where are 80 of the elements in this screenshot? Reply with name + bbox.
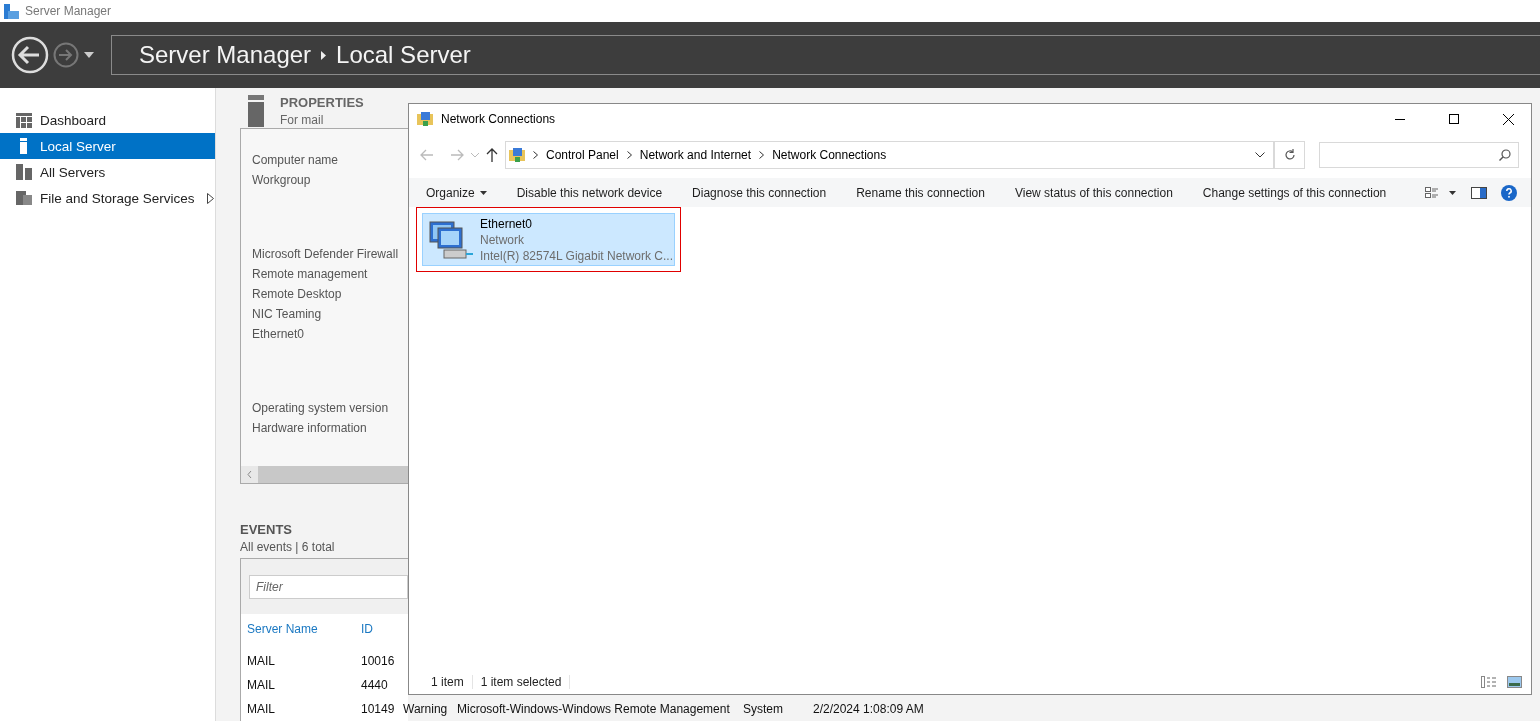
property-label: Computer name <box>252 152 339 169</box>
property-label: NIC Teaming <box>252 306 322 323</box>
property-label: Workgroup <box>252 172 311 189</box>
connection-name: Ethernet0 <box>480 215 534 232</box>
app-title: Server Manager <box>25 4 112 18</box>
property-label: Remote management <box>252 266 368 283</box>
address-crumb[interactable]: Network and Internet <box>639 148 752 162</box>
back-button[interactable] <box>11 36 49 74</box>
command-button[interactable]: Rename this connection <box>856 185 985 200</box>
address-crumb[interactable]: Network Connections <box>772 148 887 162</box>
forward-button[interactable] <box>449 147 465 163</box>
property-label: Operating system version <box>252 400 389 417</box>
property-label: Hardware information <box>252 420 367 437</box>
servers-icon <box>16 164 32 180</box>
folder-icon <box>16 190 32 206</box>
chevron-icon <box>626 151 632 159</box>
table-cell-text: MAIL <box>247 654 276 668</box>
history-dropdown[interactable] <box>83 51 95 59</box>
connection-item[interactable]: Ethernet0 Network Intel(R) 82574L Gigabit Network C... <box>422 213 675 266</box>
column-header[interactable]: Server Name <box>247 622 361 636</box>
address-crumb[interactable]: Control Panel <box>546 148 619 162</box>
table-cell-text: MAIL <box>247 678 276 692</box>
section-title: PROPERTIES <box>280 95 364 110</box>
chevron-icon <box>759 151 765 159</box>
table-cell-text: 4440 <box>361 678 389 692</box>
details-view-button[interactable] <box>1481 676 1497 688</box>
table-cell-text: 2/2/2024 1:08:09 AM <box>813 702 925 716</box>
server-manager-icon <box>4 3 19 19</box>
minimize-icon <box>1395 118 1405 120</box>
recent-dropdown[interactable] <box>471 152 479 158</box>
breadcrumb-item[interactable]: Local Server <box>336 41 471 69</box>
column-header[interactable]: ID <box>361 622 403 636</box>
sidebar-item[interactable]: Dashboard <box>0 107 215 133</box>
connection-type: Network <box>480 231 525 248</box>
dashboard-icon <box>16 112 32 128</box>
section-subtitle: For mail <box>280 113 325 127</box>
table-cell-text: System <box>743 702 784 716</box>
command-button[interactable]: Diagnose this connection <box>692 185 827 200</box>
table-cell-text: MAIL <box>247 702 276 716</box>
table-cell-text: Warning <box>403 702 449 716</box>
refresh-icon <box>1283 149 1296 161</box>
table-cell-text: Microsoft-Windows-Windows Remote Management <box>457 702 731 716</box>
separator-icon <box>321 50 327 60</box>
refresh-button[interactable] <box>1274 141 1305 169</box>
network-folder-icon <box>417 111 433 127</box>
change-view-button[interactable] <box>1425 186 1457 199</box>
up-button[interactable] <box>485 147 499 163</box>
help-button[interactable] <box>1501 184 1517 201</box>
close-icon <box>1502 113 1514 125</box>
network-folder-icon <box>509 147 525 163</box>
address-bar[interactable]: Control Panel Network and Internet Network Connections <box>505 141 1274 169</box>
property-label: Microsoft Defender Firewall <box>252 246 399 263</box>
sidebar-item[interactable]: All Servers <box>0 159 215 185</box>
breadcrumb-item[interactable]: Server Manager <box>139 41 312 69</box>
table-cell-text: 10149 <box>361 702 396 716</box>
filter-field[interactable]: Filter <box>249 574 408 599</box>
adapter-name: Intel(R) 82574L Gigabit Network C... <box>480 247 673 264</box>
command-button[interactable]: View status of this connection <box>1014 185 1173 200</box>
search-field[interactable] <box>1319 142 1519 168</box>
sidebar-item[interactable]: Local Server <box>0 133 215 159</box>
property-label: Remote Desktop <box>252 286 342 303</box>
large-icons-button[interactable] <box>1507 676 1522 688</box>
server-icon <box>248 95 264 127</box>
window-title: Network Connections <box>441 112 557 126</box>
status-text: 1 item <box>423 675 473 689</box>
command-button[interactable]: Disable this network device <box>516 185 663 200</box>
maximize-icon <box>1449 114 1459 124</box>
sidebar-item[interactable]: File and Storage Services <box>0 185 215 211</box>
section-title: EVENTS <box>240 522 293 537</box>
section-subtitle: All events | 6 total <box>240 540 336 554</box>
horizontal-scrollbar[interactable] <box>241 466 408 483</box>
command-button[interactable]: Organize <box>426 185 487 200</box>
chevron-icon <box>533 151 538 159</box>
search-icon <box>1499 149 1511 161</box>
table-cell-text: 10016 <box>361 654 396 668</box>
property-label: Ethernet0 <box>252 326 305 343</box>
command-button[interactable]: Change settings of this connection <box>1202 185 1387 200</box>
status-text: 1 item selected <box>472 675 571 689</box>
preview-pane-button[interactable] <box>1471 186 1487 199</box>
dropdown-icon <box>1255 152 1265 158</box>
